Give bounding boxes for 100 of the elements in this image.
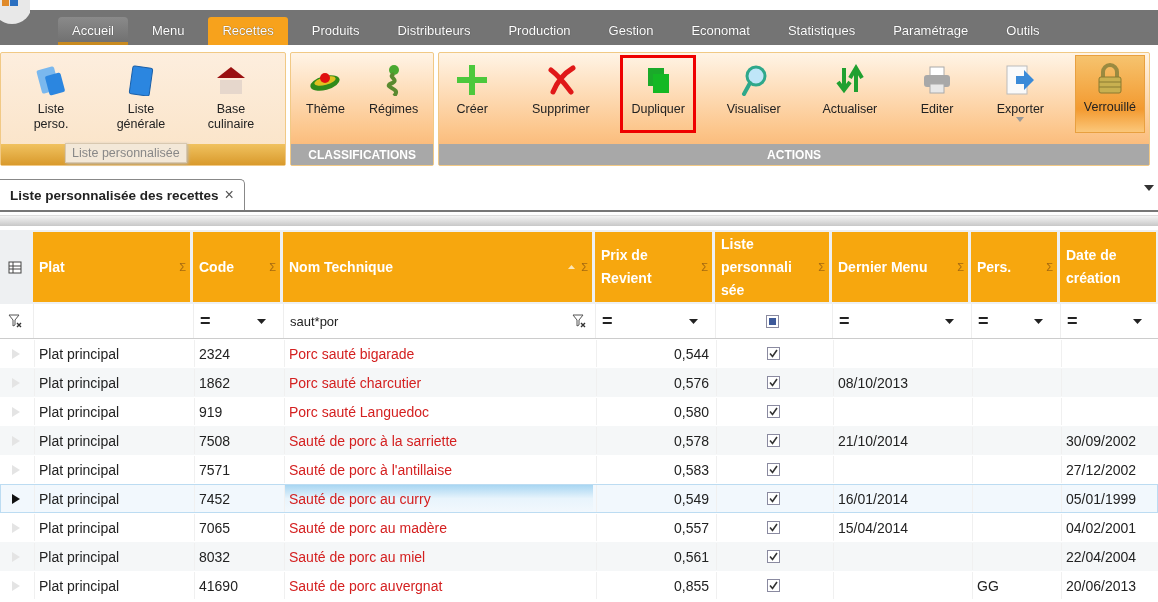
menu-tab[interactable]: Gestion [594, 17, 668, 45]
filter-operator[interactable]: = [978, 310, 989, 332]
table-cell: 0,576 [673, 374, 709, 391]
ribbon-button[interactable]: Actualiser [811, 55, 889, 133]
table-row[interactable]: Plat principal 1862 Porc sauté charcutier 0,576 08/10/2013 [0, 368, 1158, 397]
table-cell: 0,578 [673, 432, 709, 449]
filter-operator[interactable]: = [200, 310, 211, 332]
menu-tab[interactable]: Outils [992, 17, 1054, 45]
tooltip: Liste personnalisée [65, 143, 187, 163]
caret-down-icon[interactable] [1034, 318, 1043, 324]
table-cell: Plat principal [39, 577, 120, 594]
checkbox[interactable] [767, 492, 780, 505]
ribbon-button[interactable]: Base culinaire [189, 55, 273, 133]
table-cell: 0,561 [673, 548, 709, 565]
table-cell: 0,580 [673, 403, 709, 420]
ribbon-button[interactable]: Dupliquer [620, 55, 696, 133]
table-row[interactable]: Plat principal 8032 Sauté de porc au miel 0,561 22/04/2004 [0, 542, 1158, 571]
table-cell: 16/01/2014 [838, 490, 909, 507]
table-cell: 7571 [199, 461, 231, 478]
checkbox[interactable] [767, 376, 780, 389]
table-cell: Sauté de porc auvergnat [289, 577, 443, 594]
table-cell: GG [977, 577, 999, 594]
table-cell: 21/10/2014 [838, 432, 909, 449]
checkbox[interactable] [767, 521, 780, 534]
checkbox[interactable] [767, 434, 780, 447]
ribbon-button[interactable]: Supprimer [521, 55, 601, 133]
group-label: ACTIONS [767, 147, 822, 162]
table-cell: 27/12/2002 [1066, 461, 1137, 478]
logo-icon [0, 0, 30, 26]
ribbon-button[interactable]: Thème [295, 55, 356, 133]
ribbon-button[interactable]: Exporter [985, 55, 1056, 133]
caret-down-icon[interactable] [1133, 318, 1142, 324]
table-row[interactable]: Plat principal 7452 Sauté de porc au curry 0,549 16/01/2014 05/01/1999 [0, 484, 1158, 513]
checkbox[interactable] [767, 463, 780, 476]
filter-operator[interactable]: = [839, 310, 850, 332]
checkbox[interactable] [767, 579, 780, 592]
checkbox[interactable] [766, 314, 779, 328]
table-cell: Plat principal [39, 548, 120, 565]
table-cell: Plat principal [39, 374, 120, 391]
menu-tab[interactable]: Production [494, 17, 585, 45]
ribbon-button[interactable]: Régimes [357, 55, 430, 133]
export-icon [1004, 64, 1037, 96]
table-cell: 0,855 [673, 577, 709, 594]
menu-tab[interactable]: Paramétrage [879, 17, 983, 45]
ribbon-button[interactable]: Liste perso. [9, 55, 93, 133]
ribbon-button[interactable]: Créer [443, 55, 502, 133]
table-cell: Porc sauté bigarade [289, 345, 415, 362]
ribbon-button[interactable]: Verrouillé [1074, 55, 1145, 133]
menu-tab[interactable]: Economat [677, 17, 764, 45]
group-label: CLASSIFICATIONS [308, 147, 416, 162]
document-tab[interactable]: Liste personnalisée des recettes × [0, 179, 245, 210]
table-cell: 20/06/2013 [1066, 577, 1137, 594]
table-cell: 1862 [199, 374, 231, 391]
table-cell: Porc sauté charcutier [289, 374, 422, 391]
table-cell: 7508 [199, 432, 231, 449]
menu-tab[interactable]: Accueil [58, 17, 128, 45]
table-row[interactable]: Plat principal 7508 Sauté de porc à la sarriette 0,578 21/10/2014 30/09/2002 [0, 426, 1158, 455]
menu-tab[interactable]: Produits [297, 17, 374, 45]
table-cell: 919 [199, 403, 223, 420]
ribbon-button[interactable]: Liste générale [99, 55, 183, 133]
clear-filter-icon[interactable] [572, 314, 586, 328]
table-cell: 7452 [199, 490, 231, 507]
table-cell: 0,544 [673, 345, 709, 362]
table-cell: 8032 [199, 548, 231, 565]
checkbox[interactable] [767, 550, 780, 563]
caret-down-icon[interactable] [689, 318, 698, 324]
table-cell: Plat principal [39, 345, 120, 362]
column-chooser-icon[interactable] [8, 260, 22, 274]
ribbon-button[interactable]: Visualiser [715, 55, 792, 133]
row-indicator-icon [12, 580, 20, 591]
table-cell: 05/01/1999 [1066, 490, 1137, 507]
checkbox[interactable] [767, 347, 780, 360]
table-cell: 0,583 [673, 461, 709, 478]
table-cell: 15/04/2014 [838, 519, 909, 536]
table-cell: 0,549 [673, 490, 709, 507]
menu-tab[interactable]: Distributeurs [383, 17, 485, 45]
table-cell: Plat principal [39, 490, 120, 507]
menu-tab[interactable]: Menu [137, 17, 199, 45]
table-cell: Sauté de porc à l'antillaise [289, 461, 452, 478]
filter-field[interactable]: saut*por [290, 313, 339, 329]
filter-operator[interactable]: = [602, 310, 613, 332]
filter-operator[interactable]: = [1067, 310, 1078, 332]
menu-tab[interactable]: Statistiques [773, 17, 870, 45]
row-indicator-icon [12, 464, 20, 475]
table-cell: Sauté de porc à la sarriette [289, 432, 458, 449]
caret-down-icon[interactable] [257, 318, 266, 324]
checkbox[interactable] [767, 405, 780, 418]
close-icon[interactable]: × [224, 186, 234, 204]
table-cell: Plat principal [39, 432, 120, 449]
ribbon-button[interactable]: Editer [908, 55, 967, 133]
plus-icon [456, 64, 489, 96]
clear-filter-icon[interactable] [8, 314, 22, 328]
row-indicator-icon [12, 522, 20, 533]
table-cell: 41690 [199, 577, 238, 594]
caret-down-icon[interactable] [1144, 185, 1154, 191]
table-cell: 08/10/2013 [838, 374, 909, 391]
table-cell: 0,557 [673, 519, 709, 536]
table-cell: 22/04/2004 [1066, 548, 1137, 565]
row-indicator-icon [12, 348, 20, 359]
caret-down-icon[interactable] [945, 318, 954, 324]
